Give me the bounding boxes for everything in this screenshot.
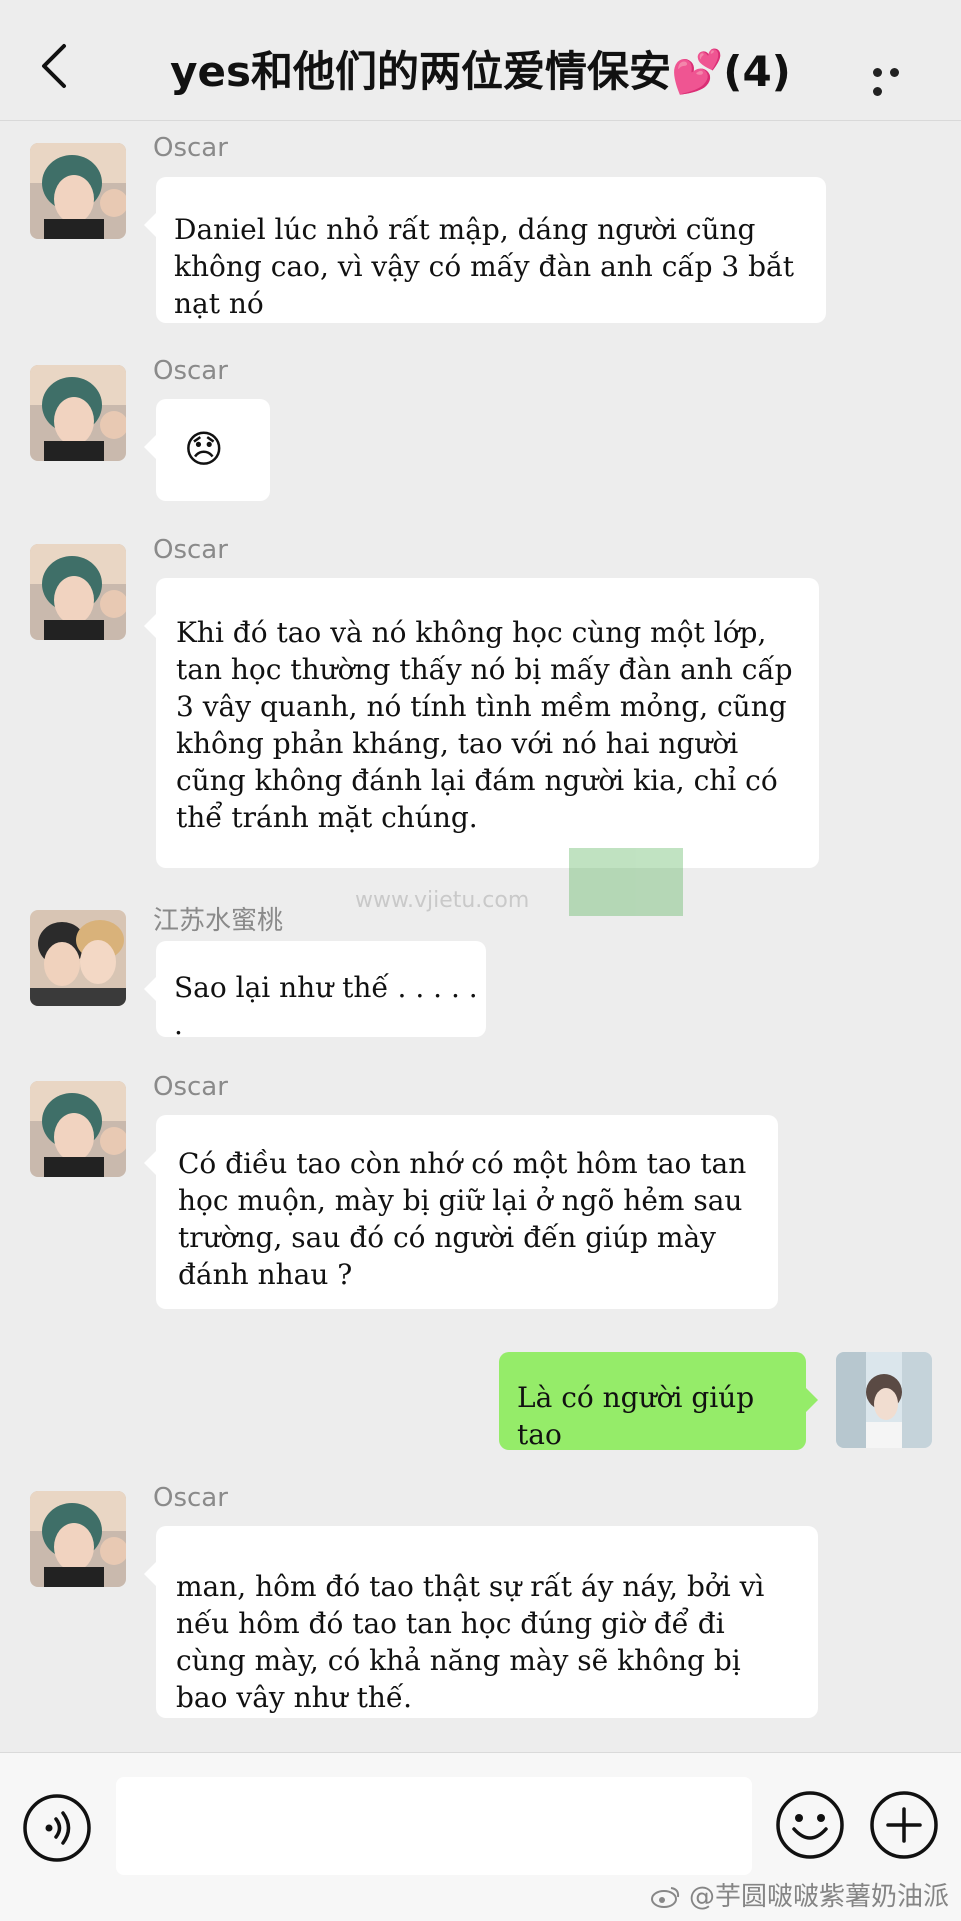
message-bubble[interactable]: Daniel lúc nhỏ rất mập, dáng người cũng … [144, 177, 826, 323]
chat-title: yes和他们的两位爱情保安💕(4) [170, 47, 791, 96]
weibo-watermark: @芋圆啵啵紫薯奶油派 [650, 1876, 949, 1913]
message-bubble[interactable]: Khi đó tao và nó không học cùng một lớp,… [144, 578, 819, 868]
avatar[interactable] [30, 365, 126, 461]
plus-icon[interactable] [868, 1789, 940, 1861]
message-bubble[interactable]: 😞 [144, 399, 270, 501]
sender-name: Oscar [153, 535, 228, 565]
sender-name: 江苏水蜜桃 [153, 906, 284, 936]
input-toolbar: @芋圆啵啵紫薯奶油派 [0, 1752, 961, 1921]
watermark: www.vjietu.com [355, 848, 685, 918]
watermark-logo [569, 848, 683, 916]
watermark-url: www.vjietu.com [355, 888, 530, 913]
sender-name: Oscar [153, 356, 228, 386]
weibo-handle: @芋圆啵啵紫薯奶油派 [688, 1882, 949, 1912]
avatar[interactable] [30, 544, 126, 640]
sender-name: Oscar [153, 1072, 228, 1102]
message-input[interactable] [116, 1777, 752, 1875]
sender-name: Oscar [153, 133, 228, 163]
message-bubble[interactable]: Có điều tao còn nhớ có một hôm tao tan h… [144, 1115, 778, 1309]
avatar[interactable] [30, 1491, 126, 1587]
avatar[interactable] [30, 1081, 126, 1177]
avatar[interactable] [30, 143, 126, 239]
avatar[interactable] [30, 910, 126, 1006]
voice-icon[interactable] [22, 1793, 92, 1863]
message-bubble[interactable]: Sao lại như thế . . . . . . [144, 941, 486, 1041]
sender-name: Oscar [153, 1483, 228, 1513]
message-bubble-self[interactable]: Là có người giúp tao [499, 1352, 818, 1451]
message-bubble[interactable]: man, hôm đó tao thật sự rất áy náy, bởi … [144, 1526, 818, 1718]
chat-header: yes和他们的两位爱情保安💕(4) [0, 0, 961, 121]
emoji-icon[interactable] [774, 1789, 846, 1861]
avatar-self[interactable] [836, 1352, 932, 1448]
more-icon[interactable] [873, 62, 921, 96]
weibo-icon [650, 1882, 689, 1912]
